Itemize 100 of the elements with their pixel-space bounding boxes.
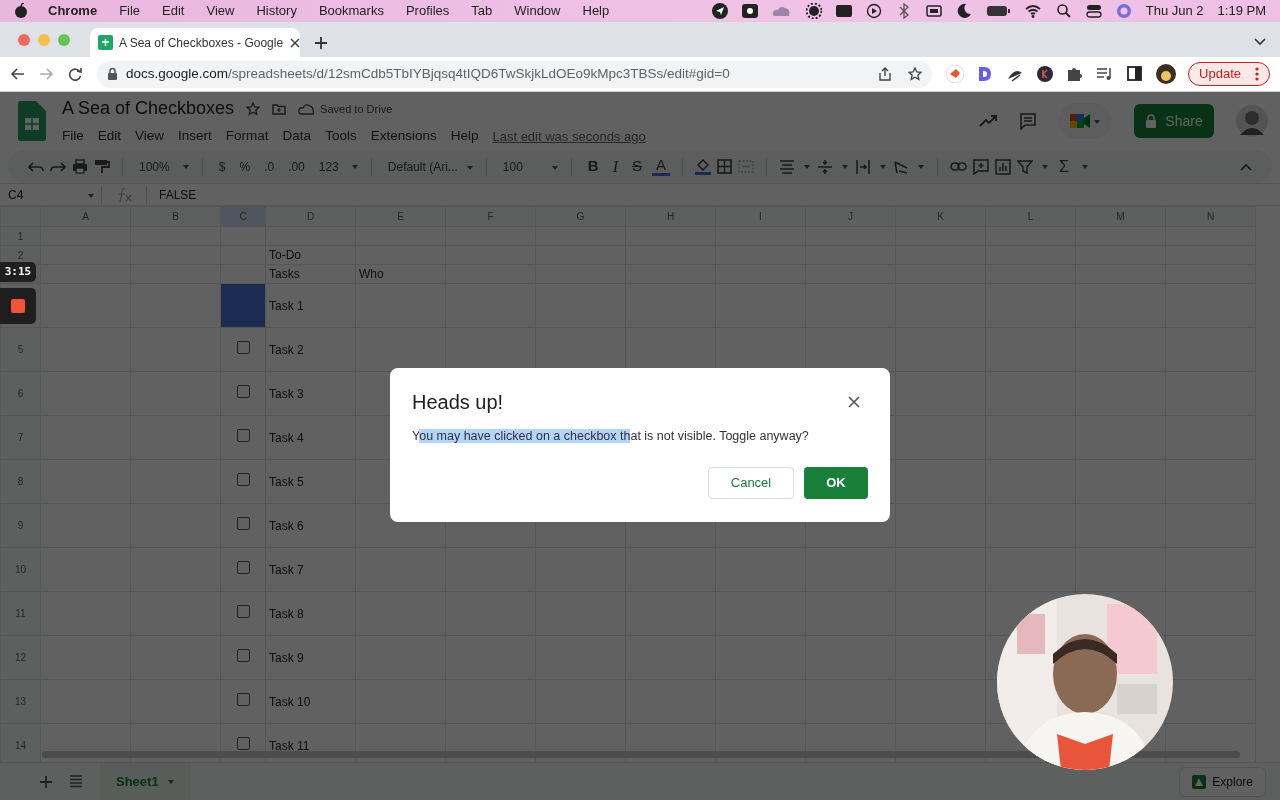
caret-icon[interactable] — [181, 163, 190, 170]
menu-item[interactable]: Insert — [178, 126, 212, 147]
font-size-select[interactable]: 100 — [498, 157, 527, 176]
menu-item[interactable]: Bookmarks — [318, 1, 384, 21]
menu-item[interactable]: Help — [582, 1, 610, 21]
wifi-icon[interactable] — [1023, 3, 1042, 19]
text-color-button[interactable]: A — [652, 157, 670, 176]
siri-icon[interactable] — [1115, 3, 1132, 19]
menu-item[interactable]: File — [62, 126, 84, 147]
caret-icon[interactable] — [917, 163, 925, 170]
ok-button[interactable]: OK — [804, 466, 868, 499]
menu-item[interactable]: Tools — [325, 126, 357, 147]
add-sheet-icon[interactable] — [40, 775, 52, 788]
row-header[interactable]: 12 — [0, 635, 41, 680]
checkbox[interactable] — [236, 736, 250, 750]
column-header[interactable]: N — [1165, 206, 1256, 227]
app-menu[interactable]: Chrome — [48, 1, 98, 21]
font-select[interactable]: Default (Ari... — [383, 157, 462, 176]
checkbox[interactable] — [236, 648, 250, 662]
cancel-button[interactable]: Cancel — [708, 466, 794, 499]
column-header[interactable]: E — [355, 206, 446, 227]
formula-input[interactable]: FALSE — [153, 185, 197, 204]
menu-item[interactable]: Window — [514, 1, 561, 21]
column-header[interactable]: H — [625, 206, 716, 227]
print-icon[interactable] — [72, 159, 88, 174]
zoom-select[interactable]: 100% — [135, 157, 174, 176]
fill-color-icon[interactable] — [695, 158, 711, 175]
menu-item[interactable]: Data — [282, 126, 312, 147]
apple-icon[interactable] — [14, 3, 28, 19]
battery-icon[interactable] — [985, 3, 1010, 19]
align-icon[interactable] — [779, 158, 795, 175]
link-icon[interactable] — [950, 159, 967, 174]
folder-icon[interactable] — [272, 101, 287, 116]
forward-icon[interactable] — [39, 67, 54, 81]
bold-button[interactable]: B — [583, 155, 603, 178]
search-icon[interactable] — [1055, 3, 1072, 19]
close-icon[interactable] — [289, 36, 302, 49]
gear-icon[interactable] — [805, 3, 822, 19]
horizontal-scrollbar[interactable] — [42, 751, 1240, 758]
menu-item[interactable]: Edit — [97, 126, 122, 147]
account-avatar[interactable] — [1236, 105, 1268, 137]
text-wrap-icon[interactable] — [855, 158, 871, 175]
filter-icon[interactable] — [1017, 158, 1033, 175]
caret-icon[interactable] — [803, 163, 811, 170]
menu-item[interactable]: History — [256, 1, 297, 21]
meet-button[interactable] — [1059, 103, 1112, 139]
sheet-tab[interactable]: Sheet1 — [100, 762, 191, 800]
checkbox[interactable] — [236, 604, 250, 618]
more-icon[interactable] — [1255, 67, 1259, 81]
reload-icon[interactable] — [68, 67, 83, 81]
increase-decimal[interactable]: .00 — [284, 157, 309, 176]
menu-item[interactable]: View — [206, 1, 235, 21]
vertical-align-icon[interactable] — [817, 158, 833, 175]
film-icon[interactable] — [835, 3, 852, 19]
add-comment-icon[interactable] — [973, 158, 989, 175]
name-box[interactable]: C4 — [0, 185, 95, 204]
borders-icon[interactable] — [717, 159, 732, 174]
cloud-done-icon[interactable] — [298, 101, 315, 116]
menu-item[interactable]: Tab — [471, 1, 493, 21]
profile-avatar[interactable] — [1156, 64, 1177, 84]
number-format-select[interactable]: 123 — [314, 157, 343, 176]
menu-item[interactable]: Edit — [162, 1, 185, 21]
italic-button[interactable]: I — [608, 154, 622, 179]
puzzle-icon[interactable] — [1066, 65, 1085, 83]
column-header[interactable]: B — [130, 206, 221, 227]
checkbox[interactable] — [236, 692, 250, 706]
checkbox[interactable] — [236, 428, 250, 442]
stop-recording-button[interactable] — [0, 288, 36, 324]
menu-item[interactable]: View — [135, 126, 165, 147]
zoom-window-button[interactable] — [58, 33, 70, 46]
comment-icon[interactable] — [1019, 112, 1037, 130]
caret-icon[interactable] — [465, 163, 474, 171]
new-tab-icon[interactable] — [314, 36, 328, 50]
row-header[interactable]: 13 — [0, 679, 41, 724]
row-header[interactable]: 14 — [0, 723, 41, 762]
share-icon[interactable] — [878, 67, 893, 81]
update-button[interactable]: Update — [1188, 62, 1270, 86]
functions-button[interactable]: Σ — [1055, 154, 1073, 179]
caret-icon[interactable] — [1080, 163, 1089, 170]
share-button[interactable]: Share — [1134, 104, 1214, 138]
sheets-logo-icon[interactable] — [18, 101, 46, 141]
strikethrough-button[interactable]: S — [627, 155, 646, 178]
checkbox[interactable] — [236, 560, 250, 574]
percent-format[interactable]: % — [235, 157, 255, 176]
document-title[interactable]: A Sea of Checkboxes — [62, 95, 235, 123]
close-window-button[interactable] — [18, 33, 30, 46]
sidebar-icon[interactable] — [1126, 65, 1145, 83]
display-icon[interactable] — [925, 3, 942, 19]
undo-icon[interactable] — [28, 159, 44, 174]
currency-format[interactable]: $ — [214, 157, 230, 176]
app-icon[interactable] — [741, 3, 758, 19]
caret-icon[interactable] — [1041, 163, 1049, 170]
caret-icon[interactable] — [841, 163, 849, 170]
address-bar[interactable]: docs.google.com/spreadsheets/d/12smCdb5TbIYBjqsq4tIQD6TwSkjkLdOEo9kMpc3TBSs/edit#gid=0 — [97, 60, 933, 88]
play-icon[interactable] — [865, 3, 882, 19]
decrease-decimal[interactable]: .0 — [260, 157, 279, 176]
star-icon[interactable] — [908, 67, 923, 81]
navigation-icon[interactable] — [711, 3, 728, 19]
star-icon[interactable] — [246, 101, 261, 116]
browser-tab[interactable]: A Sea of Checkboxes - Google — [90, 28, 300, 57]
